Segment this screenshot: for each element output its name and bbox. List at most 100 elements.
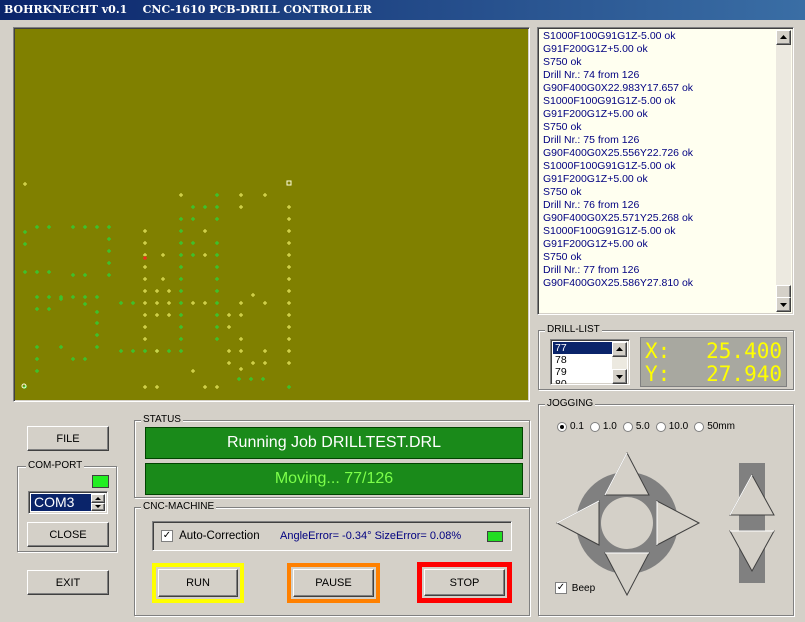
jog-z-down-button[interactable]: [729, 530, 775, 573]
pending-hole-icon: [287, 217, 291, 221]
drilled-hole-icon: [119, 301, 123, 305]
jog-right-button[interactable]: [656, 500, 701, 546]
auto-correction-checkbox[interactable]: ✓: [161, 530, 173, 543]
drilled-hole-icon: [191, 217, 195, 221]
pending-hole-icon: [203, 385, 207, 389]
pending-hole-icon: [155, 385, 159, 389]
pending-hole-icon: [287, 325, 291, 329]
correction-panel: ✓ Auto-Correction AngleError= -0.34° Siz…: [152, 521, 512, 551]
drilled-hole-icon: [59, 345, 63, 349]
drilled-hole-icon: [23, 230, 27, 234]
log-line: S1000F100G91G1Z-5.00 ok: [543, 225, 676, 237]
jog-z-up-button[interactable]: [729, 473, 775, 516]
step-radio[interactable]: [655, 421, 666, 432]
step-option[interactable]: 10.0: [655, 421, 688, 432]
pending-hole-icon: [287, 253, 291, 257]
drilled-hole-icon: [71, 225, 75, 229]
spin-down-icon[interactable]: [91, 503, 105, 511]
log-line: S750 ok: [543, 251, 582, 263]
jog-up-button[interactable]: [604, 451, 650, 496]
pending-hole-icon: [143, 289, 147, 293]
file-button[interactable]: FILE: [27, 426, 109, 451]
log-line: G90F400G0X22.983Y17.657 ok: [543, 82, 694, 94]
com-port-title: COM-PORT: [26, 460, 85, 472]
step-radio[interactable]: [557, 421, 567, 432]
drilled-hole-icon: [179, 241, 183, 245]
drilled-hole-icon: [35, 225, 39, 229]
drilled-hole-icon: [191, 253, 195, 257]
job-status-display: Running Job DRILLTEST.DRL: [145, 427, 523, 459]
pending-hole-icon: [287, 289, 291, 293]
drilled-hole-icon: [179, 277, 183, 281]
step-option[interactable]: 5.0: [622, 421, 650, 432]
com-port-spinner[interactable]: COM3: [28, 491, 108, 514]
pending-hole-icon: [143, 313, 147, 317]
drill-list-box[interactable]: 77 78 79 80: [550, 339, 630, 385]
log-line: G90F400G0X25.571Y25.268 ok: [543, 212, 694, 224]
log-line: G90F400G0X25.556Y22.726 ok: [543, 147, 694, 159]
step-option[interactable]: 50mm: [694, 421, 735, 432]
drill-list-item[interactable]: 78: [553, 354, 613, 366]
run-button[interactable]: RUN: [158, 569, 238, 597]
log-line: S1000F100G91G1Z-5.00 ok: [543, 160, 676, 172]
step-size-options: 0.1 1.0 5.0 10.0 50mm: [557, 421, 741, 435]
step-option[interactable]: 1.0: [589, 421, 617, 432]
drilled-hole-icon: [23, 242, 27, 246]
serial-log[interactable]: S1000F100G91G1Z-5.00 ok G91F200G1Z+5.00 o…: [537, 27, 794, 315]
drilled-hole-icon: [237, 377, 241, 381]
progress-status-display: Moving... 77/126: [145, 463, 523, 495]
auto-correction-label: Auto-Correction: [179, 530, 260, 543]
log-line: S1000F100G91G1Z-5.00 ok: [543, 95, 676, 107]
pause-button[interactable]: PAUSE: [293, 569, 374, 597]
drill-list-scrollbar[interactable]: [612, 342, 627, 384]
pending-hole-icon: [239, 313, 243, 317]
scroll-up-icon[interactable]: [776, 30, 791, 45]
drill-list-item[interactable]: 80: [553, 378, 613, 384]
pending-hole-icon: [251, 293, 255, 297]
spin-up-icon[interactable]: [91, 494, 105, 503]
step-radio[interactable]: [622, 421, 633, 432]
pause-frame: PAUSE: [287, 563, 380, 603]
jog-down-button[interactable]: [604, 552, 650, 597]
cnc-machine-title: CNC-MACHINE: [141, 501, 217, 513]
auto-correction-option[interactable]: ✓ Auto-Correction: [161, 530, 260, 543]
drilled-hole-icon: [215, 265, 219, 269]
step-radio[interactable]: [694, 421, 705, 432]
step-radio[interactable]: [589, 421, 600, 432]
pending-hole-icon: [239, 349, 243, 353]
close-port-button[interactable]: CLOSE: [27, 522, 109, 547]
pending-hole-icon: [155, 313, 159, 317]
log-line: S1000F100G91G1Z-5.00 ok: [543, 30, 676, 42]
drilled-hole-icon: [107, 261, 111, 265]
scroll-up-icon[interactable]: [612, 342, 627, 357]
pending-hole-icon: [143, 325, 147, 329]
jog-left-button[interactable]: [555, 500, 600, 546]
drilled-hole-icon: [215, 313, 219, 317]
pending-hole-icon: [239, 367, 243, 371]
drilled-hole-icon: [83, 357, 87, 361]
pending-hole-icon: [143, 337, 147, 341]
log-line: Drill Nr.: 76 from 126: [543, 199, 640, 211]
drilled-hole-icon: [215, 289, 219, 293]
log-line: Drill Nr.: 77 from 126: [543, 264, 640, 276]
pending-hole-icon: [263, 349, 267, 353]
drilled-hole-icon: [95, 333, 99, 337]
beep-option[interactable]: ✓ Beep: [555, 582, 595, 594]
log-line: G91F200G1Z+5.00 ok: [543, 43, 648, 55]
scroll-down-icon[interactable]: [612, 369, 627, 384]
log-scrollbar[interactable]: [776, 30, 791, 312]
exit-button[interactable]: EXIT: [27, 570, 109, 595]
drill-list-item[interactable]: 79: [553, 366, 613, 378]
drilled-hole-icon: [215, 253, 219, 257]
drill-list-item[interactable]: 77: [553, 342, 613, 354]
log-line: S750 ok: [543, 186, 582, 198]
scroll-down-icon[interactable]: [776, 297, 791, 312]
pending-hole-icon: [215, 385, 219, 389]
drill-list-title: DRILL-LIST: [545, 324, 602, 336]
com-port-value[interactable]: COM3: [31, 494, 92, 511]
drilled-hole-icon: [179, 313, 183, 317]
beep-checkbox[interactable]: ✓: [555, 582, 567, 594]
stop-button[interactable]: STOP: [424, 569, 505, 596]
step-option[interactable]: 0.1: [557, 421, 584, 432]
drilled-hole-icon: [83, 295, 87, 299]
